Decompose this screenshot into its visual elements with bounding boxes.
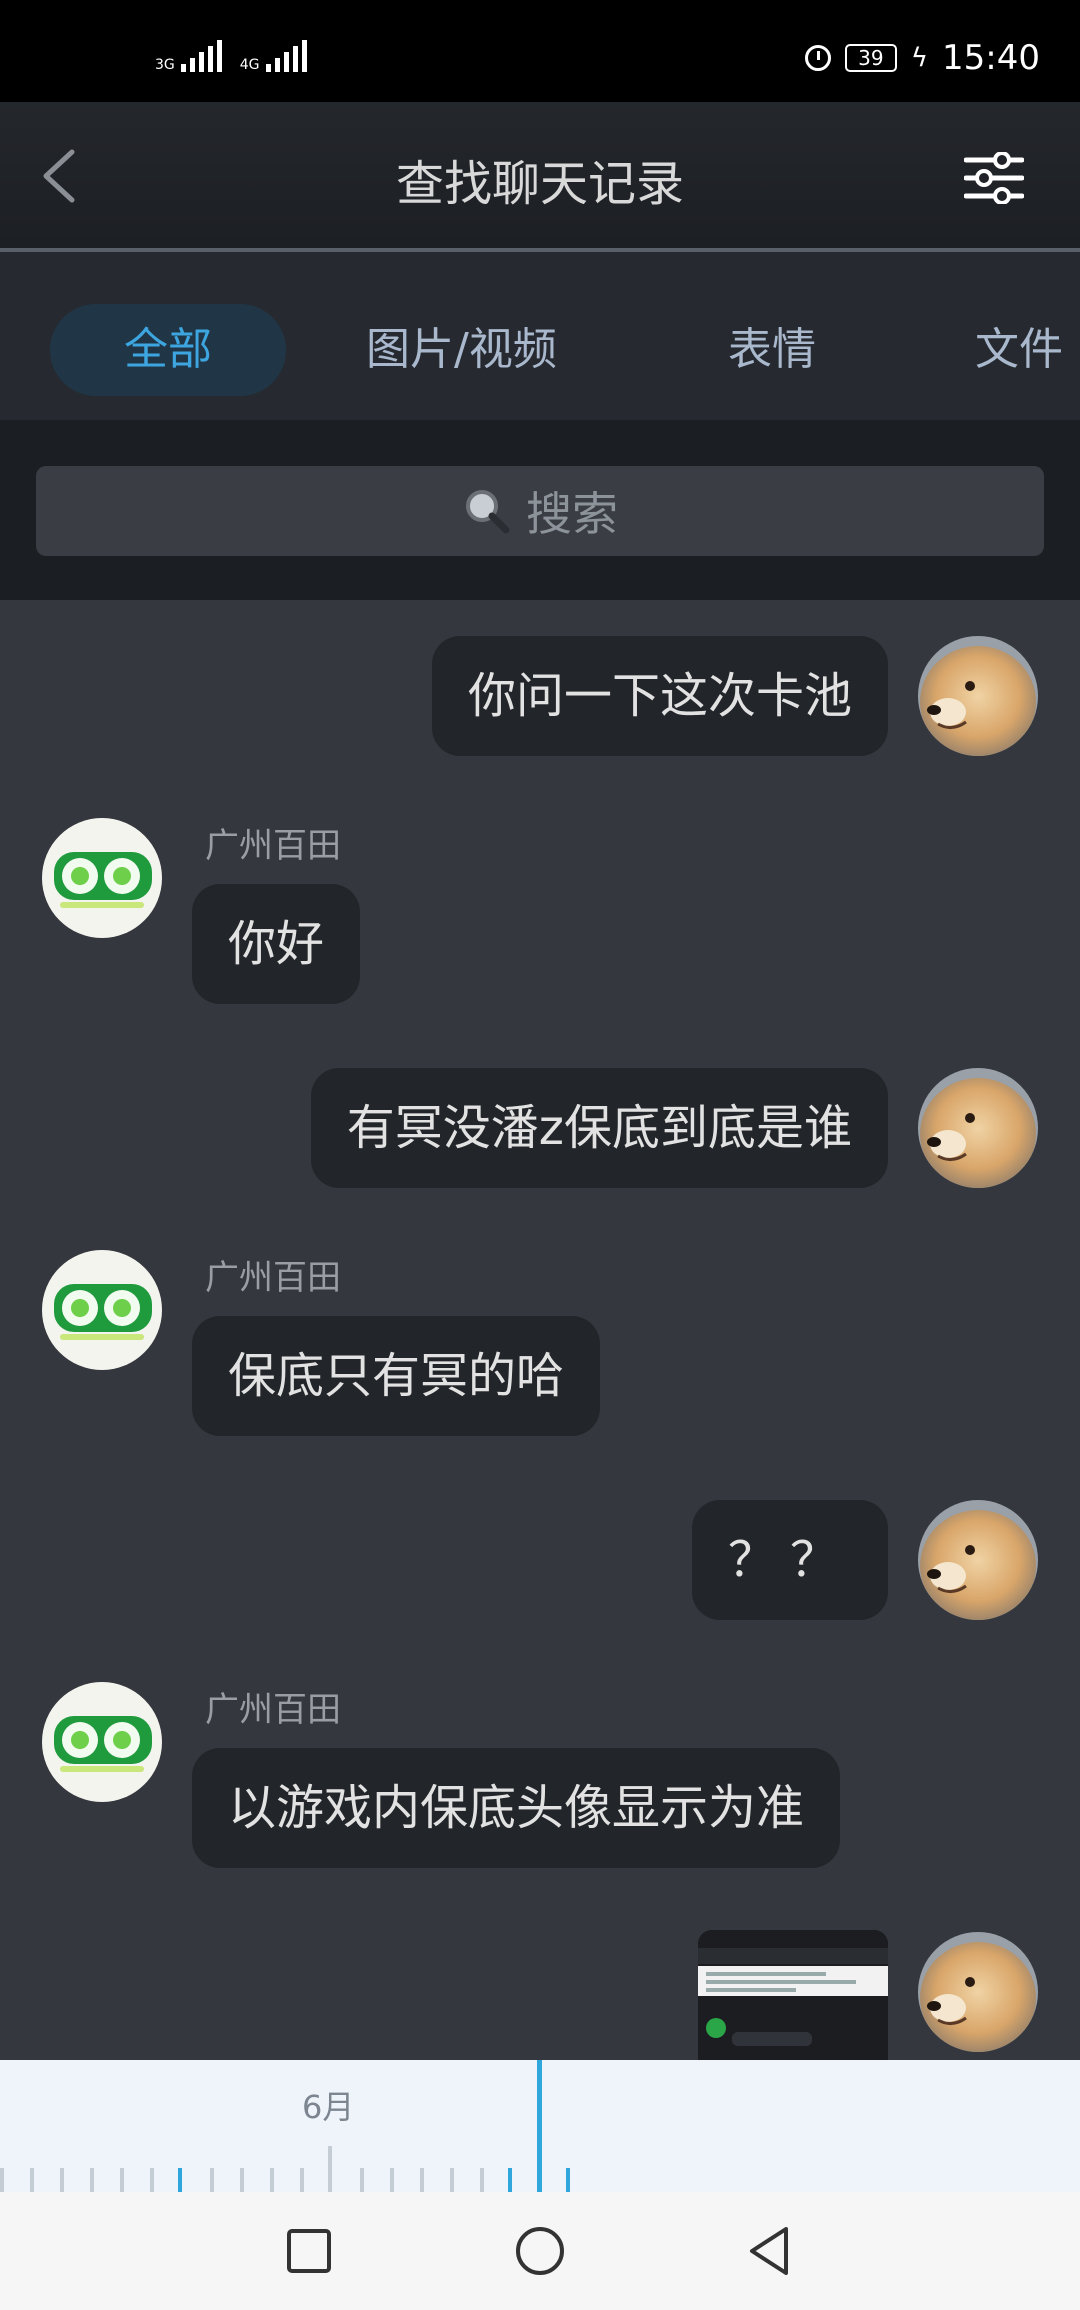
message-bubble[interactable]: 你问一下这次卡池 bbox=[431, 636, 888, 756]
tab-all[interactable]: 全部 bbox=[50, 304, 286, 396]
search-input[interactable]: 搜索 bbox=[36, 466, 1044, 556]
tab-stickers[interactable]: 表情 bbox=[728, 304, 816, 396]
shiba-dog-icon bbox=[918, 1068, 1038, 1188]
shiba-dog-icon bbox=[918, 636, 1038, 756]
network-type-1: 3G bbox=[155, 57, 175, 73]
my-avatar[interactable] bbox=[918, 1068, 1038, 1188]
baitian-logo-icon bbox=[42, 818, 162, 938]
charging-icon: ϟ bbox=[910, 43, 929, 73]
home-icon[interactable] bbox=[514, 2225, 566, 2277]
message-bubble[interactable]: 你好 bbox=[192, 884, 361, 1004]
signal-4g-icon: 4G bbox=[240, 40, 307, 72]
network-indicators: 3G 4G bbox=[155, 40, 307, 72]
nav-back-icon[interactable] bbox=[746, 2225, 792, 2277]
date-timeline[interactable]: 6月 bbox=[0, 2060, 1080, 2192]
search-placeholder: 搜索 bbox=[526, 487, 618, 541]
screenshot-thumbnail-icon bbox=[698, 1930, 888, 2060]
contact-avatar[interactable] bbox=[42, 1250, 162, 1370]
battery-level: 39 bbox=[858, 46, 884, 70]
network-type-2: 4G bbox=[239, 57, 260, 73]
recent-apps-icon[interactable] bbox=[286, 2228, 332, 2274]
timeline-ticks bbox=[0, 2060, 570, 2192]
search-icon bbox=[466, 490, 510, 534]
app-header: 查找聊天记录 bbox=[0, 102, 1080, 252]
baitian-logo-icon bbox=[42, 1682, 162, 1802]
battery-icon: 39 bbox=[844, 44, 897, 72]
filter-settings-icon[interactable] bbox=[964, 152, 1024, 204]
contact-avatar[interactable] bbox=[42, 818, 162, 938]
tab-images-videos[interactable]: 图片/视频 bbox=[366, 304, 557, 396]
sender-name: 广州百田 bbox=[205, 826, 341, 866]
message-bubble[interactable]: 有冥没潘z保底到底是谁 bbox=[310, 1068, 888, 1188]
clock: 15:40 bbox=[942, 38, 1040, 78]
baitian-logo-icon bbox=[42, 1250, 162, 1370]
contact-avatar[interactable] bbox=[42, 1682, 162, 1802]
system-navigation-bar bbox=[0, 2192, 1080, 2310]
my-avatar[interactable] bbox=[918, 1932, 1038, 2052]
chat-history: 你问一下这次卡池 广州百田 你好 有冥没潘z保底到底是谁 广州百田 保底只有冥的… bbox=[0, 600, 1080, 2060]
message-bubble[interactable]: ？？ bbox=[691, 1500, 888, 1620]
sender-name: 广州百田 bbox=[205, 1690, 341, 1730]
my-avatar[interactable] bbox=[918, 636, 1038, 756]
tab-files[interactable]: 文件 bbox=[975, 304, 1063, 396]
status-bar: 3G 4G 39 ϟ 15:40 bbox=[0, 0, 1080, 102]
alarm-icon bbox=[804, 45, 831, 71]
shiba-dog-icon bbox=[918, 1932, 1038, 2052]
message-bubble[interactable]: 以游戏内保底头像显示为准 bbox=[192, 1748, 841, 1868]
signal-3g-icon: 3G bbox=[155, 40, 222, 72]
shiba-dog-icon bbox=[918, 1500, 1038, 1620]
search-area: 搜索 bbox=[0, 420, 1080, 600]
filter-tabs: 全部 图片/视频 表情 文件 bbox=[0, 252, 1080, 422]
my-avatar[interactable] bbox=[918, 1500, 1038, 1620]
page-title: 查找聊天记录 bbox=[395, 156, 684, 212]
sender-name: 广州百田 bbox=[205, 1258, 341, 1298]
message-bubble[interactable]: 保底只有冥的哈 bbox=[192, 1316, 601, 1436]
image-message-thumbnail[interactable] bbox=[698, 1930, 888, 2060]
